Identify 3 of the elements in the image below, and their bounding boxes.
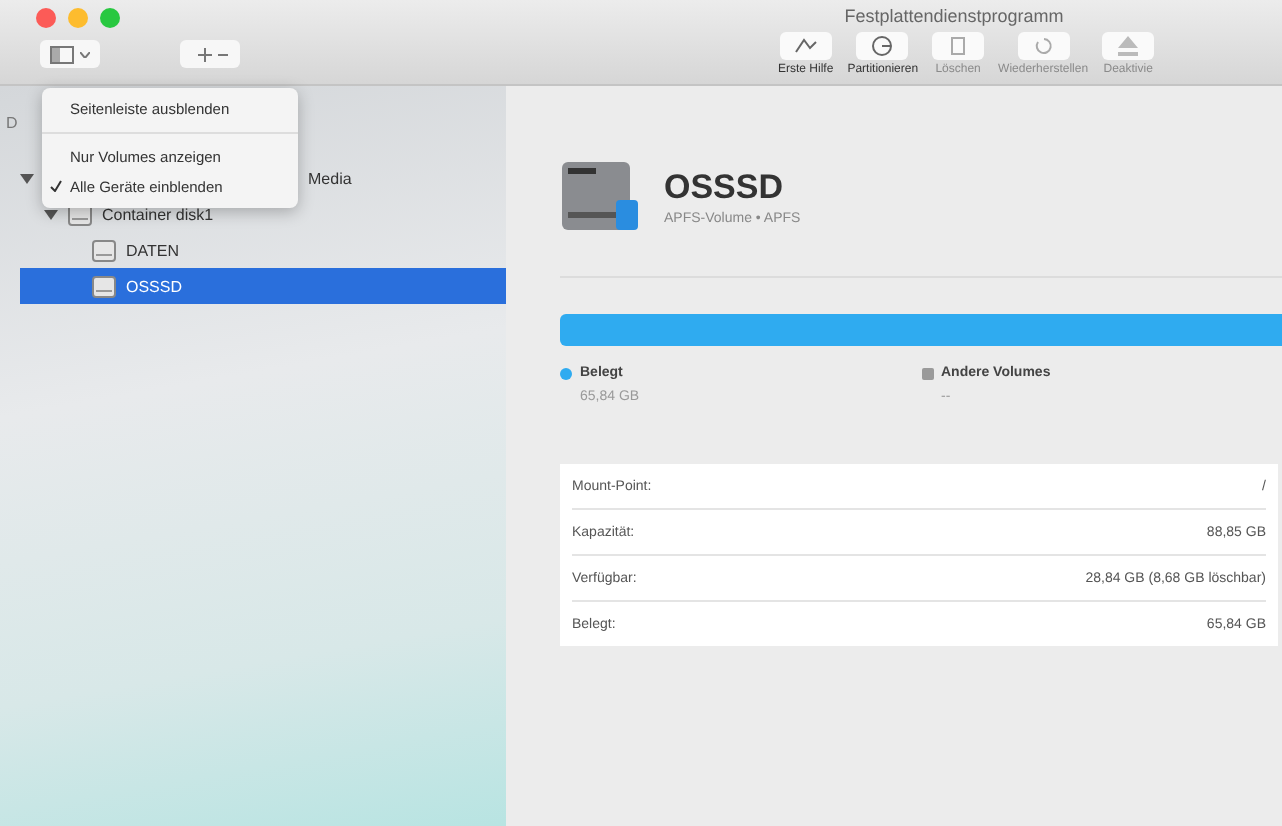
window-title: Festplattendienstprogramm <box>844 6 1064 26</box>
sidebar-heading: D <box>4 114 20 132</box>
volume-name: OSSSD <box>664 167 786 207</box>
